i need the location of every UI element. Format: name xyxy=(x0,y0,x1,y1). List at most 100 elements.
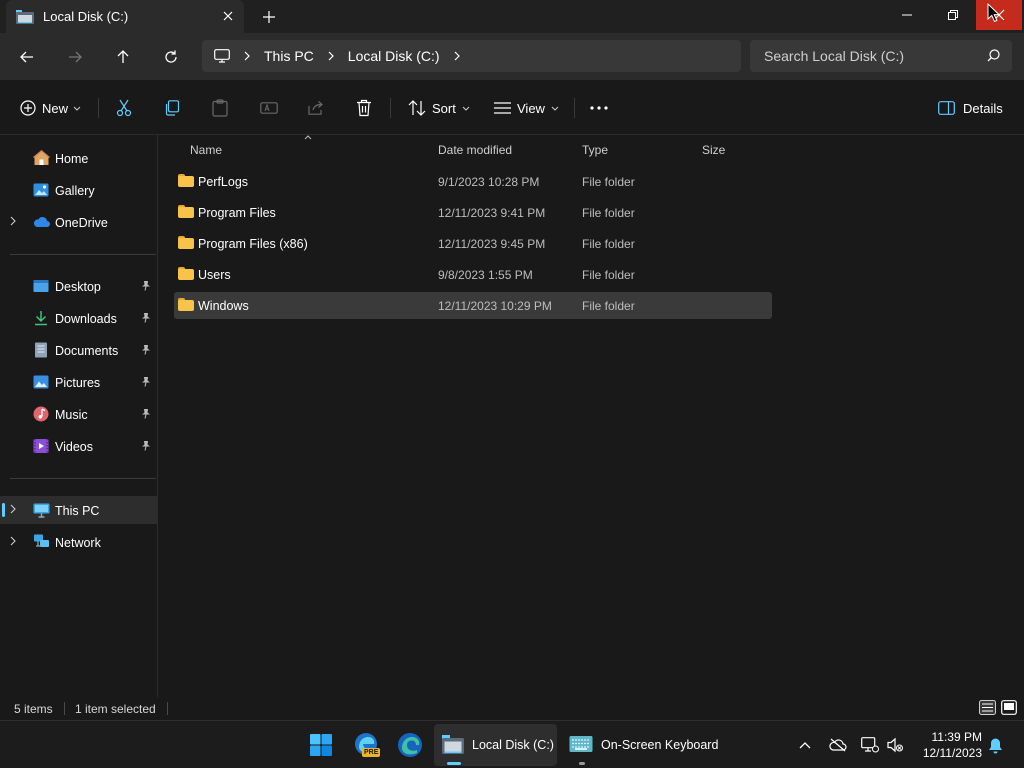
volume-muted-icon xyxy=(887,737,903,753)
rename-button[interactable] xyxy=(260,94,278,122)
desktop-icon xyxy=(33,278,50,294)
folder-icon xyxy=(178,205,194,218)
onedrive-tray-icon[interactable] xyxy=(829,727,847,763)
share-button[interactable] xyxy=(308,94,325,122)
sidebar-item-this-pc[interactable]: This PC xyxy=(0,496,157,524)
copy-icon xyxy=(165,100,180,116)
tiles-view-icon[interactable] xyxy=(1001,700,1017,715)
network-icon xyxy=(33,534,50,550)
folder-icon xyxy=(178,298,194,311)
pin-icon[interactable] xyxy=(141,376,151,387)
folder-icon xyxy=(178,267,194,280)
toolbar-divider xyxy=(574,98,575,118)
taskbar-file-explorer[interactable]: Local Disk (C:) xyxy=(442,727,554,763)
toolbar-divider xyxy=(98,98,99,118)
search-icon[interactable] xyxy=(987,49,1000,62)
network-tray-icon[interactable] xyxy=(861,727,879,763)
column-name[interactable]: Name xyxy=(190,143,222,157)
chevron-right-icon[interactable] xyxy=(10,536,16,546)
search-input[interactable]: Search Local Disk (C:) xyxy=(750,40,1012,72)
chevron-right-icon[interactable] xyxy=(328,51,334,61)
up-button[interactable] xyxy=(109,43,137,71)
sidebar-item-documents[interactable]: Documents xyxy=(0,336,157,364)
tab-local-disk[interactable]: Local Disk (C:) xyxy=(6,0,244,33)
pin-icon[interactable] xyxy=(141,280,151,291)
forward-button[interactable] xyxy=(61,43,89,71)
restore-button[interactable] xyxy=(930,0,976,30)
address-bar[interactable]: This PC Local Disk (C:) xyxy=(202,40,741,72)
column-header: Name Date modified Type Size xyxy=(159,135,1024,165)
pin-icon[interactable] xyxy=(141,312,151,323)
sidebar-divider xyxy=(10,254,156,255)
computer-icon xyxy=(33,502,50,518)
sort-button[interactable]: Sort xyxy=(408,94,470,122)
windows-logo-icon xyxy=(310,734,332,756)
sidebar-item-music[interactable]: Music xyxy=(0,400,157,428)
breadcrumb-local-disk[interactable]: Local Disk (C:) xyxy=(348,48,440,64)
sidebar-item-gallery[interactable]: Gallery xyxy=(0,176,157,204)
volume-tray-icon[interactable] xyxy=(887,727,904,763)
status-bar: 5 items 1 item selected xyxy=(0,697,1024,720)
notifications-button[interactable] xyxy=(988,727,1003,763)
file-list: Name Date modified Type Size PerfLogs 9/… xyxy=(159,135,1024,697)
delete-button[interactable] xyxy=(356,94,372,122)
list-view-icon xyxy=(494,102,511,114)
chevron-down-icon xyxy=(462,106,470,111)
sidebar-item-home[interactable]: Home xyxy=(0,144,157,172)
mouse-cursor-icon xyxy=(987,3,1000,23)
view-button[interactable]: View xyxy=(494,94,559,122)
item-count: 5 items xyxy=(14,702,53,716)
file-row-users[interactable]: Users 9/8/2023 1:55 PM File folder xyxy=(174,261,772,288)
system-clock[interactable]: 11:39 PM 12/11/2023 xyxy=(912,729,982,761)
new-button[interactable]: New xyxy=(20,94,81,122)
refresh-button[interactable] xyxy=(157,43,185,71)
sidebar-item-network[interactable]: Network xyxy=(0,528,157,556)
minimize-button[interactable] xyxy=(884,0,930,30)
details-view-icon[interactable] xyxy=(979,700,996,715)
sidebar-item-downloads[interactable]: Downloads xyxy=(0,304,157,332)
folder-icon xyxy=(178,174,194,187)
copy-button[interactable] xyxy=(164,94,180,122)
show-hidden-icons-button[interactable] xyxy=(799,727,811,763)
chevron-right-icon[interactable] xyxy=(10,216,16,226)
details-pane-button[interactable]: Details xyxy=(938,94,1003,122)
navigation-pane: Home Gallery OneDrive Desktop Downloads xyxy=(0,135,158,697)
taskbar-on-screen-keyboard[interactable]: On-Screen Keyboard xyxy=(569,727,718,763)
edge-badge: PRE xyxy=(362,748,381,757)
sidebar-item-videos[interactable]: Videos xyxy=(0,432,157,460)
taskbar-edge[interactable] xyxy=(397,727,423,763)
column-type[interactable]: Type xyxy=(582,143,608,157)
sidebar-item-onedrive[interactable]: OneDrive xyxy=(0,208,157,236)
more-options-button[interactable] xyxy=(590,94,608,122)
pin-icon[interactable] xyxy=(141,440,151,451)
music-icon xyxy=(33,406,50,422)
column-size[interactable]: Size xyxy=(702,143,725,157)
file-row-program-files[interactable]: Program Files 12/11/2023 9:41 PM File fo… xyxy=(174,199,772,226)
taskbar-edge-preview[interactable]: PRE xyxy=(354,727,381,763)
cut-button[interactable] xyxy=(116,94,132,122)
running-indicator xyxy=(447,762,461,765)
file-row-windows[interactable]: Windows 12/11/2023 10:29 PM File folder xyxy=(174,292,772,319)
new-tab-button[interactable] xyxy=(258,7,280,27)
column-date-modified[interactable]: Date modified xyxy=(438,143,512,157)
sidebar-item-pictures[interactable]: Pictures xyxy=(0,368,157,396)
pin-icon[interactable] xyxy=(141,408,151,419)
back-button[interactable] xyxy=(13,43,41,71)
file-row-perflogs[interactable]: PerfLogs 9/1/2023 10:28 PM File folder xyxy=(174,168,772,195)
breadcrumb-this-pc[interactable]: This PC xyxy=(264,48,314,64)
start-button[interactable] xyxy=(309,727,333,763)
file-row-program-files-x86[interactable]: Program Files (x86) 12/11/2023 9:45 PM F… xyxy=(174,230,772,257)
sidebar-item-desktop[interactable]: Desktop xyxy=(0,272,157,300)
pin-icon[interactable] xyxy=(141,344,151,355)
folder-icon xyxy=(178,236,194,249)
clipboard-icon xyxy=(212,99,228,117)
paste-button[interactable] xyxy=(212,94,228,122)
chevron-right-icon[interactable] xyxy=(10,504,16,514)
documents-icon xyxy=(33,342,50,358)
network-status-icon xyxy=(861,737,879,753)
chevron-right-icon[interactable] xyxy=(454,51,460,61)
edge-preview-icon: PRE xyxy=(354,732,381,758)
share-icon xyxy=(308,101,323,115)
chevron-right-icon[interactable] xyxy=(244,51,250,61)
tab-close-icon[interactable] xyxy=(220,8,236,24)
